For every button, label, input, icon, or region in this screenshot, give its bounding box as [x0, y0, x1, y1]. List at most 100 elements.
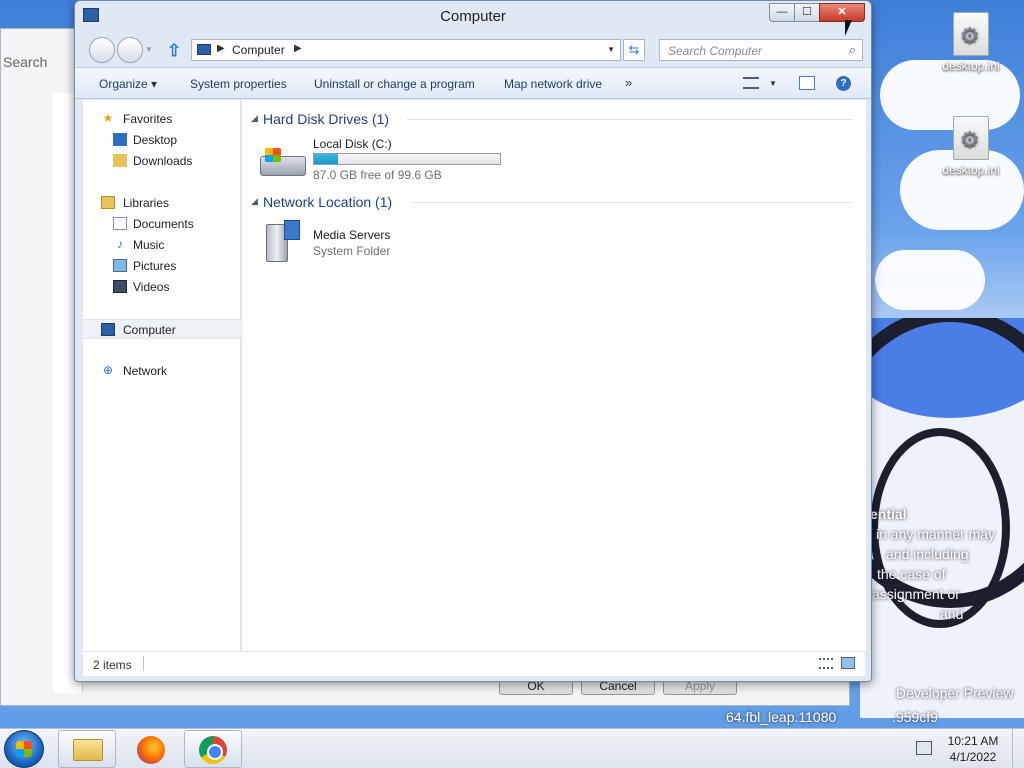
breadcrumb-arrow-icon[interactable]: ▶: [217, 43, 225, 54]
command-bar: Organize ▾ System properties Uninstall o…: [75, 67, 871, 99]
map-network-drive-button[interactable]: Map network drive: [504, 77, 602, 91]
explorer-window: Computer — ☐ ✕ ▼ ⇧ ▶ Computer ▶ ▼ ⇆ Sear…: [74, 0, 872, 682]
title-bar[interactable]: Computer — ☐ ✕: [75, 1, 871, 31]
network-item-type: System Folder: [313, 244, 391, 258]
wallpaper-text: and including: [886, 546, 969, 562]
nav-label: Downloads: [133, 154, 193, 168]
nav-item-favorites[interactable]: ★ Favorites: [83, 109, 241, 129]
computer-icon: [197, 44, 211, 55]
network-tray-icon[interactable]: [916, 741, 932, 755]
wallpaper-text: the case of: [877, 566, 946, 582]
clock-date[interactable]: 4/1/2022: [940, 750, 1006, 764]
desktop-icon-desktop-ini[interactable]: desktop.ini: [936, 116, 1006, 177]
group-network-location[interactable]: ◢ Network Location (1): [242, 192, 852, 212]
nav-item-pictures[interactable]: Pictures: [83, 256, 241, 276]
drive-free-space: 87.0 GB free of 99.6 GB: [313, 168, 442, 182]
wallpaper-text: and: [940, 606, 964, 622]
status-bar: 2 items: [83, 651, 865, 676]
window-title: Computer: [440, 8, 506, 25]
clock-time[interactable]: 10:21 AM: [940, 734, 1006, 748]
wallpaper-cloud: [875, 250, 985, 310]
settings-file-icon: [953, 116, 989, 160]
more-commands-button[interactable]: »: [625, 75, 632, 90]
wallpaper-text: Developer Preview: [896, 685, 1014, 701]
group-divider: [412, 202, 852, 203]
uninstall-program-button[interactable]: Uninstall or change a program: [314, 77, 475, 91]
star-icon: ★: [102, 111, 114, 125]
desktop-icon-label: desktop.ini: [942, 59, 1000, 73]
search-icon[interactable]: ⌕: [849, 42, 856, 58]
system-properties-button[interactable]: System properties: [190, 77, 287, 91]
nav-item-computer[interactable]: Computer: [83, 319, 241, 339]
nav-item-network[interactable]: ⊕ Network: [83, 361, 241, 381]
refresh-icon[interactable]: ⇆: [623, 39, 645, 61]
wallpaper-text: 64.fbl_leap.11080: [726, 709, 837, 725]
organize-button[interactable]: Organize ▾: [99, 77, 157, 91]
details-view-icon[interactable]: [819, 658, 833, 669]
videos-icon: [113, 280, 127, 293]
group-hard-disk-drives[interactable]: ◢ Hard Disk Drives (1): [242, 109, 852, 129]
address-dropdown-icon[interactable]: ▼: [607, 45, 615, 54]
search-input[interactable]: Search Computer ⌕: [659, 39, 863, 61]
collapse-arrow-icon[interactable]: ◢: [251, 113, 258, 124]
drive-usage-bar: [313, 153, 501, 165]
up-arrow-icon[interactable]: ⇧: [167, 41, 181, 61]
nav-item-downloads[interactable]: Downloads: [83, 151, 241, 171]
nav-item-music[interactable]: ♪ Music: [83, 235, 241, 255]
network-icon: ⊕: [102, 363, 114, 377]
hard-drive-icon: [260, 148, 306, 176]
preview-pane-icon[interactable]: [799, 76, 815, 90]
breadcrumb-arrow-icon[interactable]: ▶: [294, 43, 302, 54]
nav-item-desktop[interactable]: Desktop: [83, 130, 241, 150]
nav-label: Desktop: [133, 133, 178, 147]
forward-button[interactable]: [117, 37, 143, 63]
chrome-icon: [199, 736, 227, 764]
firefox-icon: [137, 736, 165, 764]
minimize-button[interactable]: —: [769, 3, 795, 22]
taskbar-chrome-button[interactable]: [184, 730, 242, 768]
nav-item-libraries[interactable]: Libraries: [83, 193, 241, 213]
pictures-icon: [113, 259, 127, 272]
status-divider: [143, 656, 144, 671]
computer-icon: [101, 323, 115, 336]
nav-item-documents[interactable]: Documents: [83, 214, 241, 234]
media-server-icon: [264, 220, 304, 264]
nav-label: Libraries: [123, 196, 170, 210]
downloads-folder-icon: [113, 154, 127, 167]
nav-label: Network: [123, 364, 168, 378]
group-divider: [407, 119, 852, 120]
large-icons-view-icon[interactable]: [841, 657, 855, 669]
background-search-label: Search: [3, 54, 48, 70]
close-button[interactable]: ✕: [819, 3, 865, 22]
maximize-button[interactable]: ☐: [794, 3, 820, 22]
start-button[interactable]: [4, 730, 44, 768]
drive-usage-fill: [314, 154, 338, 164]
change-view-icon[interactable]: [743, 77, 759, 89]
nav-label: Documents: [133, 217, 194, 231]
back-button[interactable]: [89, 37, 115, 63]
drive-name: Local Disk (C:): [313, 137, 392, 151]
folder-icon: [73, 739, 103, 761]
recent-pages-dropdown-icon[interactable]: ▼: [145, 45, 153, 54]
libraries-icon: [101, 196, 115, 209]
breadcrumb-computer[interactable]: Computer: [232, 43, 285, 57]
desktop-icon-label: desktop.ini: [942, 163, 1000, 177]
help-icon[interactable]: ?: [836, 76, 851, 91]
nav-item-videos[interactable]: Videos: [83, 277, 241, 297]
music-icon: ♪: [117, 237, 123, 251]
address-bar[interactable]: ▶ Computer ▶ ▼: [191, 39, 621, 61]
show-desktop-button[interactable]: [1012, 729, 1024, 768]
mouse-cursor-icon: [845, 20, 852, 36]
taskbar-firefox-button[interactable]: [122, 730, 180, 768]
group-title: Network Location (1): [263, 194, 393, 210]
wallpaper-text: in any manner may: [876, 526, 996, 542]
nav-label: Videos: [133, 280, 170, 294]
view-options-dropdown-icon[interactable]: ▼: [769, 79, 777, 88]
nav-label: Pictures: [133, 259, 177, 273]
address-row: ▼ ⇧ ▶ Computer ▶ ▼ ⇆ Search Computer ⌕: [75, 33, 871, 67]
desktop-icon-desktop-ini[interactable]: desktop.ini: [936, 12, 1006, 73]
group-title: Hard Disk Drives (1): [263, 111, 390, 127]
taskbar-explorer-button[interactable]: [58, 730, 116, 768]
collapse-arrow-icon[interactable]: ◢: [251, 196, 258, 207]
wallpaper-text: ential: [870, 506, 907, 522]
